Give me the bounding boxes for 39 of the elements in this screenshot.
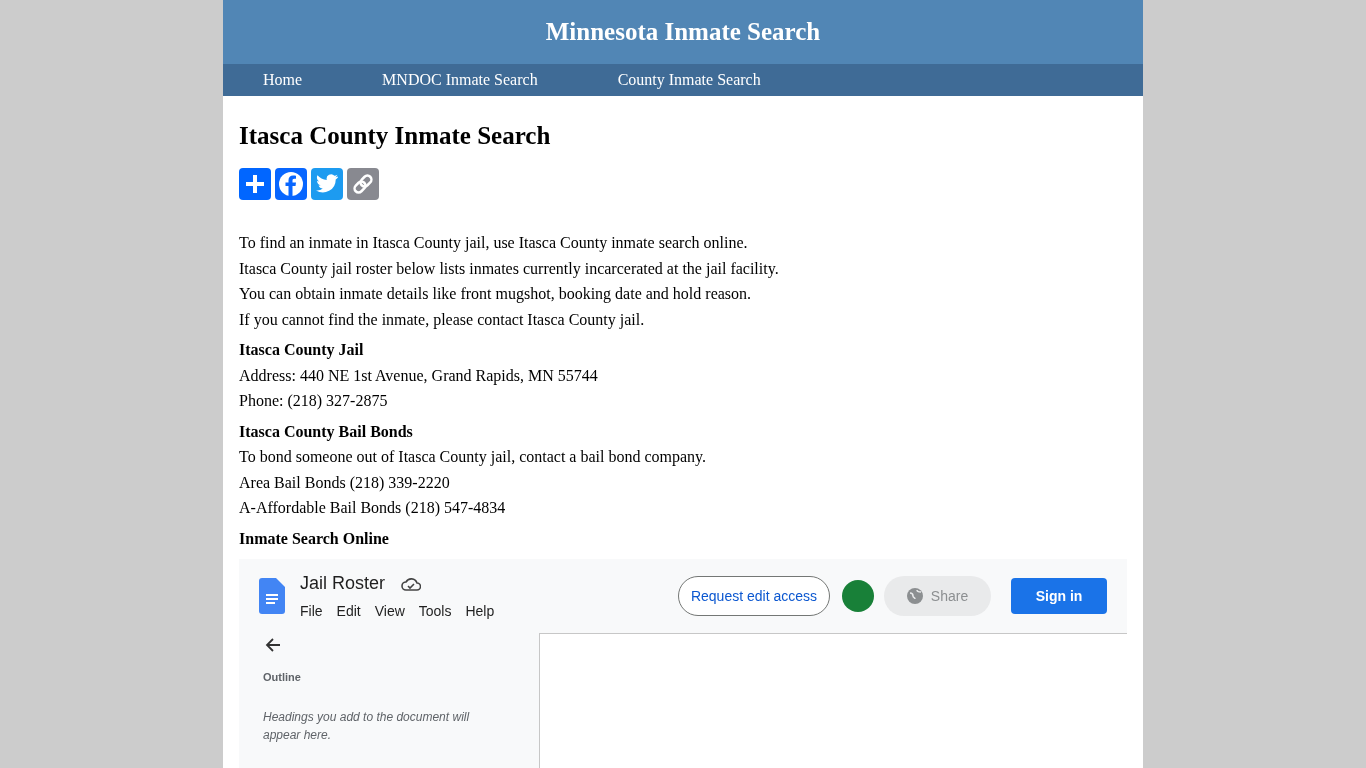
nav-link[interactable]: County Inmate Search xyxy=(617,68,761,92)
link-icon xyxy=(351,172,375,196)
page-title: Itasca County Inmate Search xyxy=(239,121,552,151)
menu-item[interactable]: Help xyxy=(465,601,495,622)
intro-text: If you cannot find the inmate, please contact Itasca County jail. xyxy=(239,309,646,331)
sign-in-button[interactable]: Sign in xyxy=(1011,578,1107,614)
intro-text: Itasca County jail roster below lists inmates currently incarcerated at the jail facility. xyxy=(239,258,780,280)
menu-item[interactable]: Tools xyxy=(418,601,452,622)
intro-text: To find an inmate in Itasca County jail, use Itasca County inmate search online. xyxy=(239,233,749,254)
facebook-share-button[interactable] xyxy=(275,168,307,200)
section-heading: Inmate Search Online xyxy=(239,528,390,549)
request-edit-access-button[interactable]: Request edit access xyxy=(677,576,830,616)
outline-label: Outline xyxy=(263,670,302,685)
intro-text: You can obtain inmate details like front mugshot, booking date and hold reason. xyxy=(239,284,753,305)
menu-item[interactable]: View xyxy=(374,601,405,622)
cloud-icon xyxy=(401,576,422,591)
document-title: Jail Roster xyxy=(300,572,386,595)
site-title: Minnesota Inmate Search xyxy=(545,17,821,48)
section-text: Phone: (218) 327-2875 xyxy=(239,391,389,412)
document-icon xyxy=(259,578,285,614)
plus-icon xyxy=(244,173,266,195)
facebook-icon xyxy=(278,171,304,197)
section-text: Address: 440 NE 1st Avenue, Grand Rapids, MN 55744 xyxy=(239,365,599,387)
section-text: A-Affordable Bail Bonds (218) 547-4834 xyxy=(239,498,507,519)
nav-link[interactable]: Home xyxy=(263,68,303,92)
twitter-share-button[interactable] xyxy=(311,168,343,200)
section-heading: Itasca County Bail Bonds xyxy=(239,421,414,443)
menu-item[interactable]: File xyxy=(300,601,323,622)
outline-hint: Headings you add to the document will appear here. xyxy=(263,708,471,744)
avatar-icon xyxy=(842,580,874,612)
menu-item[interactable]: Edit xyxy=(336,601,361,622)
bird-icon xyxy=(315,174,339,194)
globe-icon xyxy=(906,588,923,604)
nav-link[interactable]: MNDOC Inmate Search xyxy=(382,68,538,92)
section-text: Area Bail Bonds (218) 339-2220 xyxy=(239,472,451,494)
section-heading: Itasca County Jail xyxy=(239,340,365,361)
add-share-button[interactable] xyxy=(239,168,271,200)
copy-link-button[interactable] xyxy=(347,168,379,200)
section-text: To bond someone out of Itasca County jail, contact a bail bond company. xyxy=(239,447,708,468)
